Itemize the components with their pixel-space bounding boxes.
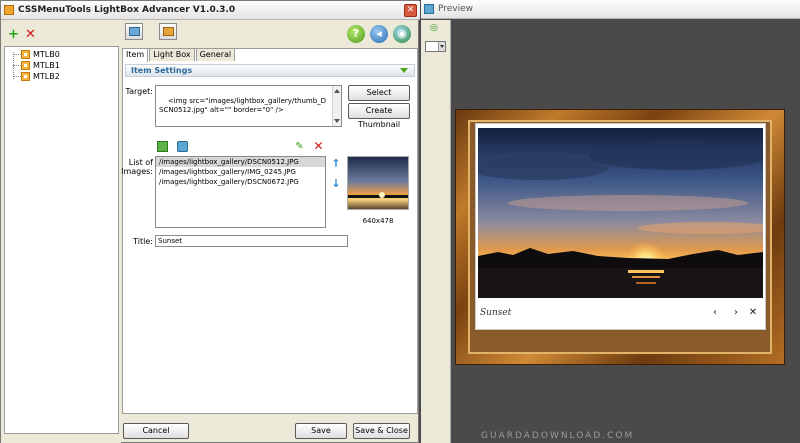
save-button[interactable]: Save (295, 423, 347, 439)
save-close-button[interactable]: Save & Close (353, 423, 410, 439)
item-settings-header[interactable]: Item Settings (125, 64, 415, 77)
main-window: CSSMenuTools LightBox Advancer V1.0.3.0 … (0, 0, 420, 443)
lightbox-close-button[interactable]: ✕ (748, 307, 758, 318)
target-label: Target: (125, 87, 153, 96)
tree-item[interactable]: MTLB0 (13, 49, 60, 59)
back-icon[interactable]: ◂ (370, 25, 388, 43)
menu-item-icon (21, 71, 30, 81)
lightbox-next-button[interactable]: › (731, 307, 741, 318)
preview-size-select[interactable] (425, 41, 446, 52)
preview-sidebar: ◎ (421, 20, 451, 443)
images-list[interactable]: /images/lightbox_gallery/DSCN0512.JPG /i… (155, 156, 326, 228)
preview-title: Preview (438, 4, 474, 14)
chevron-down-icon (400, 68, 408, 73)
arrow-down-icon[interactable]: ↓ (331, 178, 341, 190)
app-icon (4, 5, 14, 15)
preview-icon (424, 4, 434, 14)
list-item[interactable]: /images/lightbox_gallery/DSCN0672.JPG (156, 177, 325, 187)
tree-item-label: MTLB0 (33, 49, 60, 59)
tab-bar: Item Light Box General (122, 48, 236, 62)
tab-light-box[interactable]: Light Box (149, 48, 195, 61)
left-panel: + ✕ MTLB0 MTLB1 MTLB2 (1, 21, 121, 443)
pencil-icon[interactable]: ✎ (294, 141, 305, 152)
arrow-up-icon[interactable]: ↑ (331, 158, 341, 170)
tab-general[interactable]: General (195, 48, 236, 61)
lightbox-caption: Sunset (480, 308, 512, 318)
preview-photo (478, 128, 763, 298)
menu-item-icon (21, 60, 30, 70)
menu-item-icon (21, 49, 30, 59)
target-value: <img src="images/lightbox_gallery/thumb_… (159, 97, 327, 114)
add-item-button[interactable]: + (8, 28, 19, 41)
section-title: Item Settings (131, 66, 193, 75)
tree-item-label: MTLB2 (33, 71, 60, 81)
tree-item[interactable]: MTLB1 (13, 60, 60, 70)
list-item[interactable]: /images/lightbox_gallery/DSCN0512.JPG (156, 157, 325, 167)
delete-item-button[interactable]: ✕ (25, 28, 36, 41)
lightbox-prev-button[interactable]: ‹ (710, 307, 720, 318)
tab-item[interactable]: Item (122, 48, 149, 62)
refresh-icon[interactable]: ◎ (430, 23, 438, 33)
cancel-button[interactable]: Cancel (123, 423, 189, 439)
scrollbar[interactable] (332, 86, 341, 126)
target-textarea[interactable]: <img src="images/lightbox_gallery/thumb_… (155, 85, 342, 127)
help-icon[interactable]: ? (347, 25, 365, 43)
add-image-icon[interactable] (157, 141, 168, 152)
image-thumbnail (347, 156, 409, 210)
thumbnail-size: 640x478 (362, 217, 394, 225)
images-label-1: List of (128, 158, 153, 167)
title-bar: CSSMenuTools LightBox Advancer V1.0.3.0 … (1, 1, 420, 20)
export-icon[interactable] (125, 23, 143, 40)
watermark: GUARDADOWNLOAD.COM (481, 431, 635, 441)
preview-title-bar: Preview (421, 0, 800, 19)
copy-image-icon[interactable] (177, 141, 188, 152)
window-close-button[interactable]: ✕ (404, 4, 417, 17)
list-item[interactable]: /images/lightbox_gallery/IMG_0245.JPG (156, 167, 325, 177)
layout-icon[interactable] (159, 23, 177, 40)
item-tree[interactable]: MTLB0 MTLB1 MTLB2 (4, 46, 119, 434)
title-label: Title: (133, 237, 153, 246)
window-title: CSSMenuTools LightBox Advancer V1.0.3.0 (18, 5, 236, 15)
tree-item[interactable]: MTLB2 (13, 71, 60, 81)
images-label-2: Images: (121, 167, 153, 176)
create-thumbnail-button[interactable]: Create Thumbnail (348, 103, 410, 129)
select-thumbnail-button[interactable]: Select Thumbnail (348, 85, 410, 111)
title-input[interactable]: Sunset (155, 235, 348, 247)
chevron-down-icon (438, 42, 445, 51)
delete-image-icon[interactable]: ✕ (313, 140, 324, 152)
tree-item-label: MTLB1 (33, 60, 60, 70)
globe-icon[interactable]: ◉ (393, 25, 411, 43)
